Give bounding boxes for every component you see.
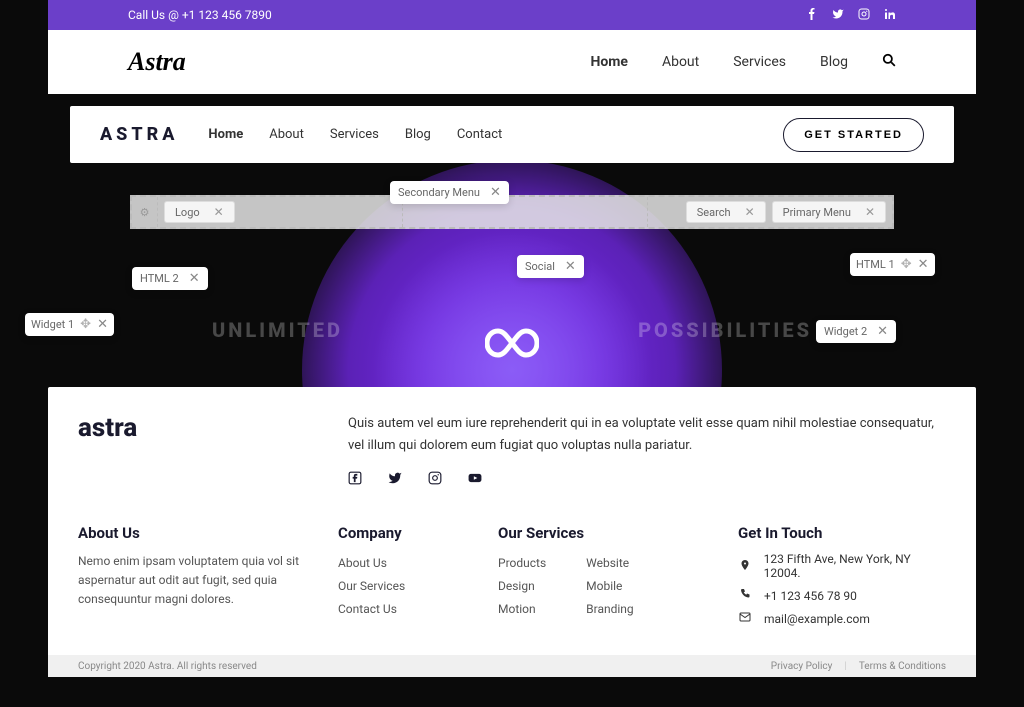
editor-slot-right[interactable]: Search ✕ Primary Menu ✕ <box>648 197 892 227</box>
touch-phone: +1 123 456 78 90 <box>764 589 857 603</box>
chip-label: Secondary Menu <box>398 186 480 199</box>
phone-label: Call Us @ +1 123 456 7890 <box>128 8 272 22</box>
nav-services[interactable]: Services <box>733 54 786 70</box>
privacy-link[interactable]: Privacy Policy <box>771 661 833 672</box>
search-icon[interactable] <box>882 52 896 72</box>
close-icon[interactable]: ✕ <box>565 259 576 274</box>
instagram-icon[interactable] <box>428 471 442 489</box>
nav2-about[interactable]: About <box>269 127 304 142</box>
service-link[interactable]: Design <box>498 575 546 598</box>
primary-menu: Home About Services Blog <box>590 52 896 72</box>
footer-col-company: Company About Us Our Services Contact Us <box>338 524 478 634</box>
tagline-right: POSSIBILITIES <box>638 318 812 342</box>
touch-email: mail@example.com <box>764 612 870 626</box>
company-link[interactable]: About Us <box>338 552 478 575</box>
terms-link[interactable]: Terms & Conditions <box>859 661 946 672</box>
linkedin-icon[interactable] <box>884 8 896 23</box>
nav2-home[interactable]: Home <box>208 127 243 142</box>
tagline-left: UNLIMITED <box>212 318 343 342</box>
company-heading: Company <box>338 524 478 542</box>
token-search[interactable]: Search ✕ <box>686 201 766 223</box>
token-primary-menu[interactable]: Primary Menu ✕ <box>772 201 886 223</box>
touch-address: 123 Fifth Ave, New York, NY 12004. <box>764 552 946 580</box>
chip-secondary-menu[interactable]: Secondary Menu ✕ <box>390 181 509 204</box>
company-link[interactable]: Our Services <box>338 575 478 598</box>
chip-label: Widget 2 <box>824 325 867 338</box>
facebook-icon[interactable] <box>806 8 818 23</box>
footer-col-services: Our Services Products Design Motion Webs… <box>498 524 718 634</box>
secondary-menu: Home About Services Blog Contact <box>208 127 502 142</box>
nav2-contact[interactable]: Contact <box>457 127 502 142</box>
token-label: Search <box>697 206 731 219</box>
company-link[interactable]: Contact Us <box>338 598 478 621</box>
close-icon[interactable]: ✕ <box>877 324 888 339</box>
twitter-icon[interactable] <box>388 471 402 489</box>
phone-icon <box>738 588 752 603</box>
chip-label: HTML 2 <box>140 272 179 285</box>
footer-bar: Copyright 2020 Astra. All rights reserve… <box>48 655 976 677</box>
close-icon[interactable]: ✕ <box>745 205 755 219</box>
close-icon[interactable]: ✕ <box>189 271 200 286</box>
drag-icon[interactable]: ✥ <box>901 257 912 272</box>
editor-layout-bar[interactable]: ⚙ Logo ✕ Search ✕ Primary Menu ✕ <box>130 195 894 229</box>
chip-label: HTML 1 <box>856 258 895 271</box>
top-bar: Call Us @ +1 123 456 7890 <box>48 0 976 30</box>
map-pin-icon <box>738 559 752 574</box>
services-heading: Our Services <box>498 524 718 542</box>
gear-icon[interactable]: ⚙ <box>132 197 158 227</box>
chip-label: Widget 1 <box>31 318 74 331</box>
nav2-services[interactable]: Services <box>330 127 379 142</box>
service-link[interactable]: Motion <box>498 598 546 621</box>
footer-col-about: About Us Nemo enim ipsam voluptatem quia… <box>78 524 318 634</box>
touch-heading: Get In Touch <box>738 524 946 542</box>
service-link[interactable]: Website <box>586 552 634 575</box>
nav2-blog[interactable]: Blog <box>405 127 431 142</box>
footer-col-touch: Get In Touch 123 Fifth Ave, New York, NY… <box>738 524 946 634</box>
token-label: Primary Menu <box>783 206 851 219</box>
token-logo[interactable]: Logo ✕ <box>164 201 235 223</box>
service-link[interactable]: Mobile <box>586 575 634 598</box>
youtube-icon[interactable] <box>468 471 482 489</box>
about-text: Nemo enim ipsam voluptatem quia vol sit … <box>78 552 318 610</box>
footer-logo: astra <box>78 413 318 489</box>
chip-social[interactable]: Social ✕ <box>517 255 584 278</box>
nav-blog[interactable]: Blog <box>820 54 848 70</box>
close-icon[interactable]: ✕ <box>918 257 929 272</box>
drag-icon[interactable]: ✥ <box>80 317 91 332</box>
topbar-social <box>806 8 896 23</box>
token-label: Logo <box>175 206 200 219</box>
chip-widget2[interactable]: Widget 2 ✕ <box>816 320 896 343</box>
secondary-nav: ASTRA Home About Services Blog Contact G… <box>70 106 954 163</box>
about-heading: About Us <box>78 524 318 542</box>
close-icon[interactable]: ✕ <box>214 205 224 219</box>
twitter-icon[interactable] <box>832 8 844 23</box>
nav-home[interactable]: Home <box>590 54 627 70</box>
footer-social <box>348 471 946 489</box>
secondary-logo[interactable]: ASTRA <box>100 124 178 145</box>
close-icon[interactable]: ✕ <box>97 317 108 332</box>
editor-slot-left[interactable]: Logo ✕ <box>158 197 403 227</box>
primary-nav: Astra Home About Services Blog <box>48 30 976 94</box>
close-icon[interactable]: ✕ <box>865 205 875 219</box>
chip-html2[interactable]: HTML 2 ✕ <box>132 267 208 290</box>
separator: | <box>844 661 846 672</box>
close-icon[interactable]: ✕ <box>490 185 501 200</box>
copyright: Copyright 2020 Astra. All rights reserve… <box>78 661 257 672</box>
site-logo[interactable]: Astra <box>128 47 186 77</box>
footer-intro: Quis autem vel eum iure reprehenderit qu… <box>348 413 946 457</box>
facebook-icon[interactable] <box>348 471 362 489</box>
infinity-icon <box>485 320 539 369</box>
envelope-icon <box>738 611 752 626</box>
chip-label: Social <box>525 260 555 273</box>
get-started-button[interactable]: GET STARTED <box>783 118 924 152</box>
instagram-icon[interactable] <box>858 8 870 23</box>
chip-html1[interactable]: HTML 1 ✥ ✕ <box>850 253 935 276</box>
service-link[interactable]: Products <box>498 552 546 575</box>
service-link[interactable]: Branding <box>586 598 634 621</box>
footer: astra Quis autem vel eum iure reprehende… <box>48 387 976 658</box>
nav-about[interactable]: About <box>662 54 699 70</box>
chip-widget1[interactable]: Widget 1 ✥ ✕ <box>25 313 114 336</box>
